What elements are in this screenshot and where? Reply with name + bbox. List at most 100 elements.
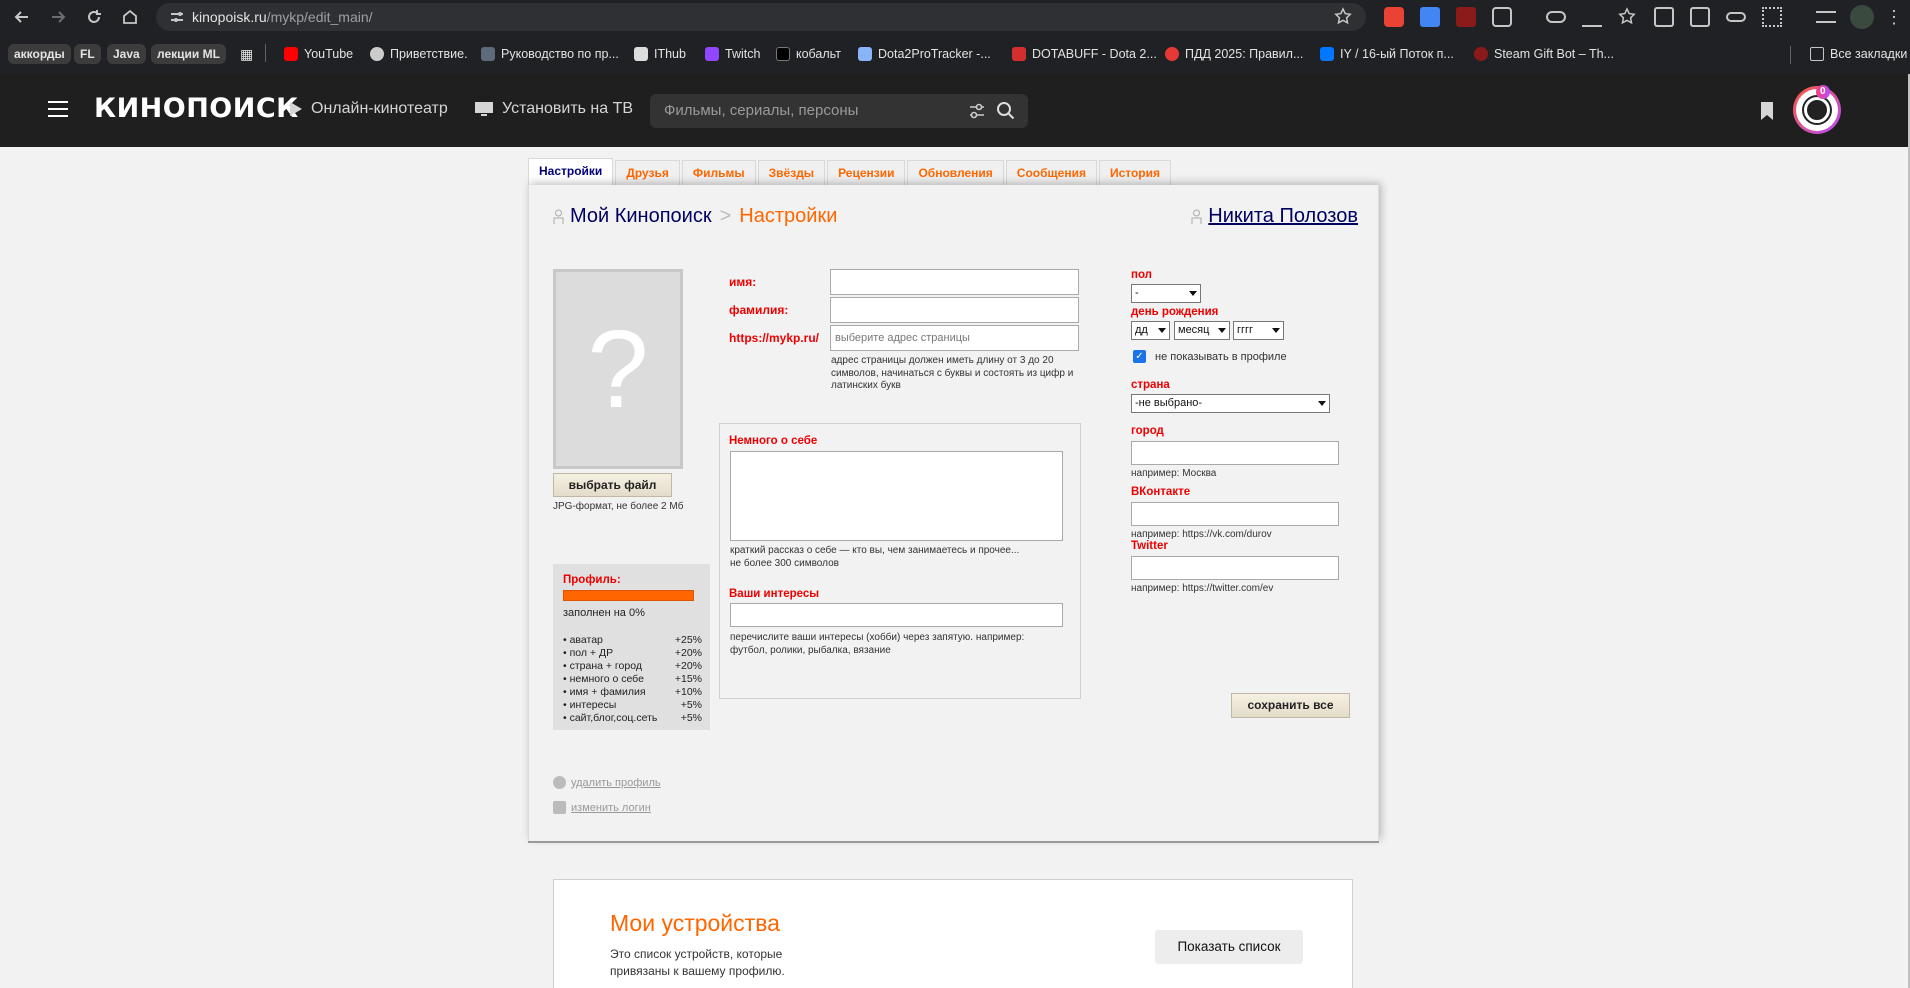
- bookmark-item[interactable]: Twitch: [705, 44, 760, 64]
- list-item: • имя + фамилия +10%: [563, 686, 702, 699]
- user-icon: [1191, 209, 1202, 224]
- url-hint: адрес страницы должен иметь длину от 3 д…: [831, 355, 1074, 391]
- extension-translate-icon[interactable]: [1420, 7, 1440, 27]
- site-info-icon[interactable]: [168, 8, 186, 26]
- hide-birthday-checkbox[interactable]: ✓: [1133, 350, 1146, 363]
- year-select[interactable]: гггг: [1233, 321, 1284, 340]
- hamburger-menu-icon[interactable]: [48, 101, 68, 117]
- month-select[interactable]: месяц: [1174, 321, 1230, 340]
- url-text[interactable]: kinopoisk.ru/mykp/edit_main/: [192, 9, 373, 25]
- install-tv-link[interactable]: Установить на ТВ: [474, 100, 633, 118]
- extensions-puzzle-icon[interactable]: [1492, 7, 1512, 27]
- tab-messages[interactable]: Сообщения: [1005, 160, 1097, 186]
- split-view-icon[interactable]: [1690, 7, 1710, 27]
- tab-films[interactable]: Фильмы: [681, 160, 756, 186]
- change-login-label: изменить логин: [571, 801, 651, 814]
- bookmarks-star-icon[interactable]: [1618, 7, 1638, 27]
- bookmark-item[interactable]: Java: [107, 44, 146, 64]
- bookmark-label: Приветствие.: [390, 47, 468, 61]
- tab-stars[interactable]: Звёзды: [757, 160, 826, 186]
- bookmark-star-icon[interactable]: [1334, 7, 1352, 25]
- bookmark-label: ПДД 2025: Правил...: [1185, 47, 1304, 61]
- list-item: • интересы +5%: [563, 699, 702, 712]
- back-icon[interactable]: [10, 5, 34, 29]
- country-select[interactable]: -не выбрано-: [1131, 394, 1330, 413]
- passwords-key-icon[interactable]: [1546, 11, 1566, 23]
- bookmark-item[interactable]: лекции ML: [151, 44, 226, 64]
- tab-friends[interactable]: Друзья: [615, 160, 680, 186]
- reading-list-icon[interactable]: [1816, 11, 1836, 23]
- delete-icon: [553, 776, 566, 789]
- bookmark-item[interactable]: Приветствие.: [370, 44, 468, 64]
- all-bookmarks[interactable]: Все закладки: [1810, 44, 1907, 64]
- home-icon[interactable]: [118, 5, 142, 29]
- save-all-button[interactable]: сохранить все: [1231, 693, 1350, 718]
- kinopoisk-logo[interactable]: КИНОПОИСК: [94, 93, 299, 124]
- site-search-input[interactable]: [664, 102, 954, 119]
- online-cinema-link[interactable]: Онлайн-кинотеатр: [289, 100, 448, 118]
- gender-select[interactable]: -: [1131, 284, 1201, 303]
- twitter-input[interactable]: [1131, 556, 1339, 580]
- bookmark-item[interactable]: IThub: [634, 44, 686, 64]
- forward-icon[interactable]: [46, 5, 70, 29]
- page-url-input[interactable]: [830, 325, 1079, 351]
- gender-label: пол: [1131, 269, 1152, 281]
- search-icon[interactable]: [996, 101, 1016, 121]
- bookmark-item[interactable]: Руководство по пр...: [481, 44, 619, 64]
- apps-grid-icon[interactable]: ▦: [240, 44, 253, 64]
- bookmark-item[interactable]: ПДД 2025: Правил...: [1165, 44, 1303, 64]
- bookmark-item[interactable]: кобальт: [776, 44, 841, 64]
- address-bar[interactable]: kinopoisk.ru/mykp/edit_main/: [156, 3, 1366, 31]
- chevron-down-icon: [1158, 328, 1166, 333]
- browser-profile-avatar[interactable]: [1850, 5, 1874, 29]
- list-item: • аватар +25%: [563, 634, 702, 647]
- breadcrumb: Мой Кинопоиск > Настройки: [553, 205, 837, 228]
- bookmark-item[interactable]: аккорды: [8, 44, 71, 64]
- show-list-button[interactable]: Показать список: [1155, 930, 1303, 964]
- list-item: • пол + ДР +20%: [563, 647, 702, 660]
- change-login-link[interactable]: изменить логин: [553, 801, 651, 814]
- page-content: Настройки Друзья Фильмы Звёзды Рецензии …: [0, 147, 1908, 988]
- downloads-icon[interactable]: [1582, 7, 1602, 27]
- tab-reviews[interactable]: Рецензии: [827, 160, 906, 186]
- about-textarea[interactable]: [730, 451, 1063, 541]
- city-input[interactable]: [1131, 441, 1339, 465]
- link-icon[interactable]: [1726, 12, 1746, 22]
- tab-history[interactable]: История: [1098, 160, 1172, 186]
- day-select[interactable]: дд: [1131, 321, 1170, 340]
- delete-profile-label: удалить профиль: [571, 776, 661, 789]
- panel-divider: [528, 841, 1379, 843]
- item-label: • аватар: [563, 634, 603, 646]
- bookmark-icon[interactable]: [1760, 101, 1774, 121]
- item-label: • сайт,блог,соц.сеть: [563, 712, 658, 724]
- surname-input[interactable]: [830, 297, 1079, 323]
- bookmark-item[interactable]: FL: [74, 44, 101, 64]
- extension-record-icon[interactable]: [1384, 7, 1404, 27]
- choose-file-button[interactable]: выбрать файл: [553, 473, 672, 497]
- delete-profile-link[interactable]: удалить профиль: [553, 776, 661, 789]
- bookmark-item[interactable]: YouTube: [284, 44, 353, 64]
- tab-search-icon[interactable]: [1654, 7, 1674, 27]
- interests-hint: перечислите ваши интересы (хобби) через …: [730, 632, 1025, 656]
- bookmark-item[interactable]: Dota2ProTracker -...: [858, 44, 991, 64]
- chevron-down-icon: [1218, 328, 1226, 333]
- vk-input[interactable]: [1131, 502, 1339, 526]
- notification-badge[interactable]: 0: [1816, 85, 1830, 99]
- my-devices-section: Мои устройства Это список устройств, кот…: [553, 879, 1353, 988]
- tab-settings[interactable]: Настройки: [528, 158, 614, 186]
- browser-menu-icon[interactable]: ⋮: [1884, 5, 1904, 29]
- reload-icon[interactable]: [82, 5, 106, 29]
- user-name-link[interactable]: Никита Полозов: [1191, 205, 1358, 228]
- extension-steam-icon[interactable]: [1456, 7, 1476, 27]
- interests-input[interactable]: [730, 603, 1063, 627]
- ithub-icon: [634, 47, 648, 61]
- filter-icon[interactable]: [968, 102, 986, 120]
- breadcrumb-root[interactable]: Мой Кинопоиск: [570, 205, 712, 228]
- list-item: • немного о себе +15%: [563, 673, 702, 686]
- name-input[interactable]: [830, 269, 1079, 295]
- bookmark-item[interactable]: Steam Gift Bot – Th...: [1474, 44, 1614, 64]
- tab-updates[interactable]: Обновления: [907, 160, 1004, 186]
- bookmark-item[interactable]: IY / 16-ый Поток п...: [1320, 44, 1454, 64]
- bookmark-item[interactable]: DOTABUFF - Dota 2...: [1012, 44, 1157, 64]
- qr-code-icon[interactable]: [1762, 7, 1782, 27]
